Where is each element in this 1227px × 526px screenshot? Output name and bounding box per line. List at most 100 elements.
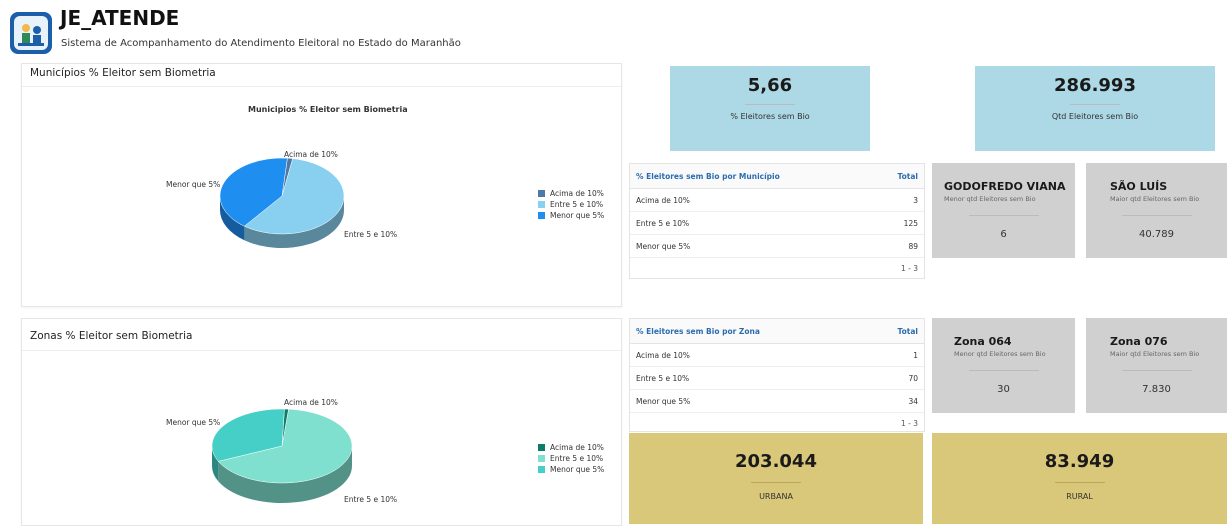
zonas-panel-title: Zonas % Eleitor sem Biometria <box>30 330 193 342</box>
card-menor-zona: Zona 064 Menor qtd Eleitores sem Bio 30 <box>932 318 1075 413</box>
municipios-chart-title: Municipios % Eleitor sem Biometria <box>248 105 408 114</box>
row-total: 34 <box>908 396 918 406</box>
kpi-divider <box>1054 482 1105 483</box>
legend-swatch <box>538 444 545 451</box>
table-row[interactable]: Menor que 5% 89 <box>630 235 924 258</box>
table-row[interactable]: Menor que 5% 34 <box>630 390 924 413</box>
card-divider <box>968 370 1039 371</box>
zonas-panel: Zonas % Eleitor sem Biometria Acima de 1… <box>21 318 622 526</box>
card-divider <box>1121 215 1192 216</box>
card-name: SÃO LUÍS <box>1110 180 1168 193</box>
row-label: Menor que 5% <box>636 241 691 251</box>
kpi-urbana: 203.044 URBANA <box>629 433 923 524</box>
legend-label: Entre 5 e 10% <box>550 200 604 209</box>
municipios-legend: Acima de 10% Entre 5 e 10% Menor que 5% <box>538 188 604 221</box>
card-value: 30 <box>997 384 1010 395</box>
zonas-pie-chart <box>211 408 353 503</box>
legend-item[interactable]: Acima de 10% <box>538 442 604 453</box>
row-total: 3 <box>913 195 918 205</box>
kpi-label: URBANA <box>759 492 793 501</box>
legend-swatch <box>538 212 545 219</box>
municipios-panel-title: Municípios % Eleitor sem Biometria <box>30 67 216 79</box>
kpi-value: 5,66 <box>747 75 793 96</box>
row-label: Entre 5 e 10% <box>636 373 690 383</box>
legend-label: Menor que 5% <box>550 211 605 220</box>
card-maior-zona: Zona 076 Maior qtd Eleitores sem Bio 7.8… <box>1086 318 1227 413</box>
row-label: Entre 5 e 10% <box>636 218 690 228</box>
kpi-rural: 83.949 RURAL <box>932 433 1227 524</box>
zonas-legend: Acima de 10% Entre 5 e 10% Menor que 5% <box>538 442 604 475</box>
card-divider <box>1121 370 1192 371</box>
column-header-total[interactable]: Total <box>898 172 919 181</box>
card-value: 7.830 <box>1142 384 1171 395</box>
zonas-label-menor: Menor que 5% <box>166 418 221 427</box>
legend-swatch <box>538 466 545 473</box>
kpi-qtd-sem-bio: 286.993 Qtd Eleitores sem Bio <box>975 66 1215 151</box>
municipios-label-entre: Entre 5 e 10% <box>344 230 398 239</box>
panel-divider <box>22 350 621 351</box>
kpi-divider <box>745 104 795 105</box>
column-header-total[interactable]: Total <box>898 327 919 336</box>
card-name: Zona 064 <box>954 335 1012 348</box>
legend-swatch <box>538 455 545 462</box>
card-subtitle: Maior qtd Eleitores sem Bio <box>1110 195 1200 203</box>
column-header-category[interactable]: % Eleitores sem Bio por Município <box>636 172 780 181</box>
kpi-divider <box>751 482 801 483</box>
table-zona: % Eleitores sem Bio por Zona Total Acima… <box>629 318 925 432</box>
table-row[interactable]: Acima de 10% 1 <box>630 344 924 367</box>
table-row[interactable]: Entre 5 e 10% 125 <box>630 212 924 235</box>
table-pagination[interactable]: 1 - 3 <box>630 258 924 280</box>
legend-label: Acima de 10% <box>550 443 604 452</box>
kpi-label: RURAL <box>1066 492 1093 501</box>
card-maior-municipio: SÃO LUÍS Maior qtd Eleitores sem Bio 40.… <box>1086 163 1227 258</box>
app-logo-icon <box>14 16 48 50</box>
app-subtitle: Sistema de Acompanhamento do Atendimento… <box>61 38 461 49</box>
zonas-label-acima: Acima de 10% <box>284 398 338 407</box>
card-subtitle: Menor qtd Eleitores sem Bio <box>944 195 1036 203</box>
card-subtitle: Maior qtd Eleitores sem Bio <box>1110 350 1200 358</box>
row-total: 70 <box>908 373 918 383</box>
legend-item[interactable]: Menor que 5% <box>538 210 604 221</box>
kpi-pct-sem-bio: 5,66 % Eleitores sem Bio <box>670 66 870 151</box>
legend-swatch <box>538 201 545 208</box>
panel-divider <box>22 86 621 87</box>
app-logo <box>10 12 52 54</box>
kpi-value: 286.993 <box>1054 75 1136 96</box>
kpi-label: % Eleitores sem Bio <box>730 112 810 121</box>
legend-item[interactable]: Acima de 10% <box>538 188 604 199</box>
app-title: JE_ATENDE <box>60 6 180 30</box>
legend-item[interactable]: Menor que 5% <box>538 464 604 475</box>
card-name: Zona 076 <box>1110 335 1168 348</box>
legend-label: Entre 5 e 10% <box>550 454 604 463</box>
row-label: Acima de 10% <box>636 350 690 360</box>
municipios-panel: Municípios % Eleitor sem Biometria Munic… <box>21 63 622 307</box>
table-row[interactable]: Entre 5 e 10% 70 <box>630 367 924 390</box>
table-header: % Eleitores sem Bio por Município Total <box>630 164 924 189</box>
card-value: 40.789 <box>1139 229 1174 240</box>
municipios-label-acima: Acima de 10% <box>284 150 338 159</box>
row-label: Acima de 10% <box>636 195 690 205</box>
card-divider <box>968 215 1039 216</box>
card-value: 6 <box>1000 229 1007 240</box>
row-total: 89 <box>908 241 918 251</box>
kpi-divider <box>1070 104 1120 105</box>
card-subtitle: Menor qtd Eleitores sem Bio <box>954 350 1046 358</box>
legend-label: Acima de 10% <box>550 189 604 198</box>
legend-item[interactable]: Entre 5 e 10% <box>538 453 604 464</box>
card-name: GODOFREDO VIANA <box>944 180 1066 193</box>
municipios-label-menor: Menor que 5% <box>166 180 221 189</box>
kpi-value: 203.044 <box>735 451 817 472</box>
zonas-label-entre: Entre 5 e 10% <box>344 495 398 504</box>
row-total: 1 <box>913 350 918 360</box>
table-municipio: % Eleitores sem Bio por Município Total … <box>629 163 925 279</box>
table-pagination[interactable]: 1 - 3 <box>630 413 924 435</box>
municipios-pie-chart <box>219 157 345 248</box>
row-total: 125 <box>903 218 918 228</box>
kpi-value: 83.949 <box>1044 451 1115 472</box>
legend-item[interactable]: Entre 5 e 10% <box>538 199 604 210</box>
table-header: % Eleitores sem Bio por Zona Total <box>630 319 924 344</box>
table-row[interactable]: Acima de 10% 3 <box>630 189 924 212</box>
column-header-category[interactable]: % Eleitores sem Bio por Zona <box>636 327 760 336</box>
legend-label: Menor que 5% <box>550 465 605 474</box>
legend-swatch <box>538 190 545 197</box>
